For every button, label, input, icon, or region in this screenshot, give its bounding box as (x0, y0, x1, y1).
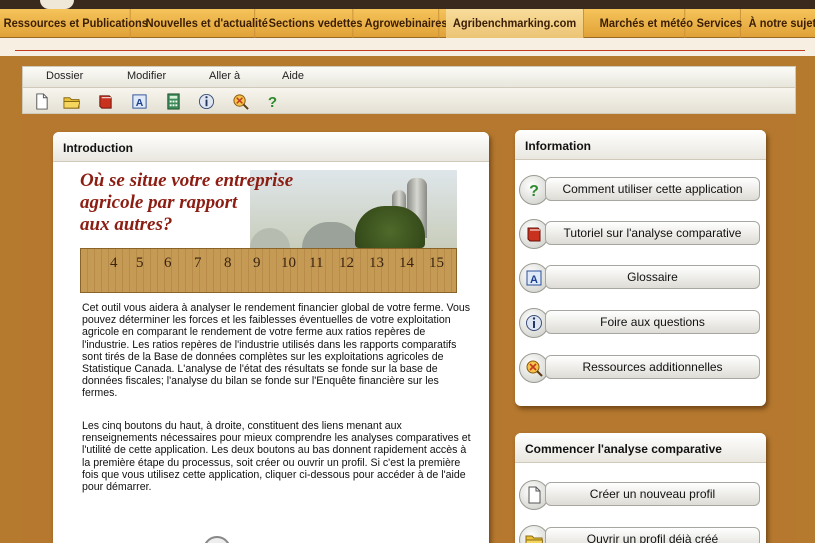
svg-text:A: A (530, 274, 538, 286)
faq-button[interactable]: Foire aux questions (545, 310, 760, 334)
ruler-image: 4 5 6 7 8 9 10 11 12 13 14 15 (80, 248, 457, 293)
start-row-new-profile: Créer un nouveau profil (519, 479, 764, 511)
ruler-number: 8 (224, 255, 232, 271)
nav-item-a-notre-sujet[interactable]: À notre sujet (745, 9, 815, 38)
menu-modifier[interactable]: Modifier (127, 70, 166, 82)
menu-bar: Dossier Modifier Aller à Aide (22, 66, 796, 88)
ruler-number: 15 (429, 255, 444, 271)
divider (15, 50, 805, 51)
nav-item-sections[interactable]: Sections vedettes (265, 8, 363, 38)
open-folder-icon[interactable] (62, 92, 80, 110)
toolbar: A ? (22, 88, 796, 114)
help-icon[interactable]: ? (263, 92, 281, 110)
nav-item-agribenchmarking[interactable]: Agribenchmarking.com (446, 8, 584, 38)
intro-paragraph-2: Les cinq boutons du haut, à droite, cons… (82, 420, 471, 494)
introduction-header: Introduction (53, 132, 489, 162)
banner-title: Où se situe votre entreprise agricole pa… (80, 170, 294, 235)
resources-icon[interactable] (231, 92, 249, 110)
banner-image: Où se situe votre entreprise agricole pa… (80, 170, 457, 294)
ruler-number: 11 (309, 255, 324, 271)
introduction-panel: Introduction Où se situe votre entrepris… (53, 132, 489, 543)
information-panel: Information ? Comment utiliser cette app… (515, 130, 766, 406)
create-profile-button[interactable]: Créer un nouveau profil (545, 482, 760, 506)
nav-item-marches[interactable]: Marchés et météo (596, 8, 693, 38)
nav-item-nouvelles[interactable]: Nouvelles et d'actualité (142, 8, 268, 38)
nav-item-agrowebinaires[interactable]: Agrowebinaires (361, 8, 448, 38)
glossary-button[interactable]: Glossaire (545, 265, 760, 289)
info-icon[interactable] (197, 92, 215, 110)
trees-icon (355, 206, 425, 248)
info-row-faq: Foire aux questions (519, 307, 764, 339)
ruler-number: 12 (339, 255, 354, 271)
information-header: Information (515, 130, 766, 160)
info-row-resources: Ressources additionnelles (519, 352, 764, 384)
svg-text:A: A (135, 98, 143, 109)
open-profile-button[interactable]: Ouvrir un profil déjà créé (545, 527, 760, 543)
tutorial-button[interactable]: Tutoriel sur l'analyse comparative (545, 221, 760, 245)
ruler-number: 7 (194, 255, 202, 271)
start-analysis-panel: Commencer l'analyse comparative Créer un… (515, 433, 766, 543)
ruler-number: 6 (164, 255, 172, 271)
start-row-open-profile: Ouvrir un profil déjà créé (519, 524, 764, 543)
info-row-tutorial: Tutoriel sur l'analyse comparative (519, 218, 764, 250)
svg-text:?: ? (267, 94, 276, 110)
ruler-number: 10 (281, 255, 296, 271)
svg-text:?: ? (529, 183, 539, 199)
nav-item-services[interactable]: Services (693, 8, 742, 38)
glossary-icon[interactable]: A (130, 92, 148, 110)
ruler-number: 14 (399, 255, 414, 271)
start-help-button[interactable] (203, 536, 231, 543)
header-band (0, 38, 815, 56)
site-nav: Ressources et Publications Nouvelles et … (0, 8, 815, 38)
ruler-number: 13 (369, 255, 384, 271)
calculator-icon[interactable] (164, 92, 182, 110)
intro-paragraph-1: Cet outil vous aidera à analyser le rend… (82, 302, 471, 400)
info-row-how-to: ? Comment utiliser cette application (519, 174, 764, 206)
new-document-icon[interactable] (32, 92, 50, 110)
nav-item-ressources[interactable]: Ressources et Publications (0, 8, 148, 38)
ruler-number: 4 (110, 255, 118, 271)
menu-aller-a[interactable]: Aller à (209, 70, 240, 82)
info-row-glossary: A Glossaire (519, 262, 764, 294)
menu-aide[interactable]: Aide (282, 70, 304, 82)
additional-resources-button[interactable]: Ressources additionnelles (545, 355, 760, 379)
menu-dossier[interactable]: Dossier (46, 70, 83, 82)
book-icon[interactable] (96, 92, 114, 110)
start-analysis-header: Commencer l'analyse comparative (515, 433, 766, 463)
ruler-number: 9 (253, 255, 261, 271)
ruler-number: 5 (136, 255, 144, 271)
how-to-use-button[interactable]: Comment utiliser cette application (545, 177, 760, 201)
